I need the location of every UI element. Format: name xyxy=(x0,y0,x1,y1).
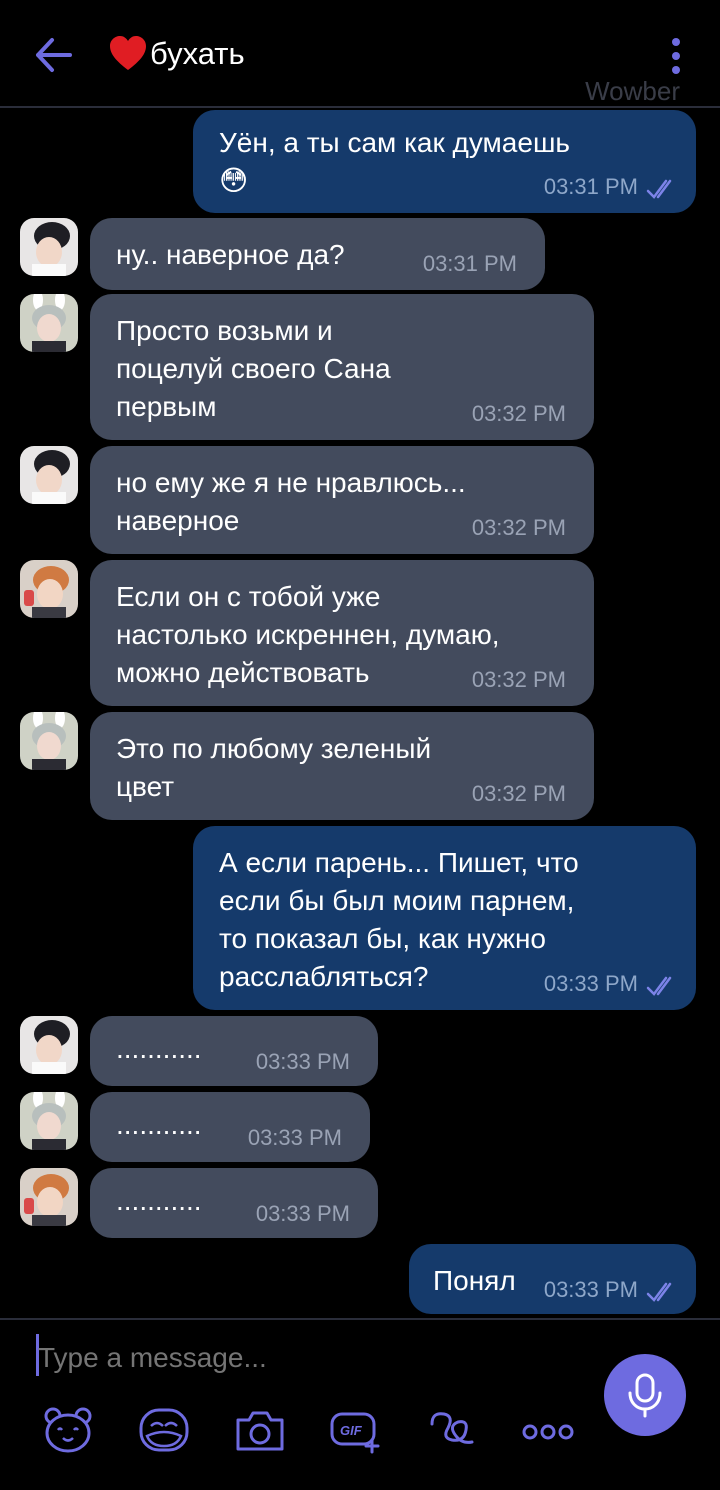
sticker-bear-icon xyxy=(44,1407,92,1453)
message-bubble-incoming[interactable]: но ему же я не нравлюсь... наверное 03:3… xyxy=(90,446,594,554)
message-text: Понял xyxy=(433,1265,516,1296)
back-arrow-icon[interactable] xyxy=(30,32,76,78)
message-text: Если он с тобой уже настолько искреннен,… xyxy=(116,581,500,688)
message-bubble-incoming[interactable]: Это по любому зеленый цвет 03:32 PM xyxy=(90,712,594,820)
more-icon xyxy=(522,1424,574,1440)
microphone-icon xyxy=(628,1373,662,1418)
message-time: 03:32 PM xyxy=(471,781,566,806)
message-time: 03:32 PM xyxy=(471,401,566,426)
read-ticks-icon xyxy=(646,976,672,996)
message-bubble-incoming[interactable]: ........... 03:33 PM xyxy=(90,1168,378,1238)
message-text: ........... xyxy=(116,1109,202,1140)
message-bubble-outgoing[interactable]: Уён, а ты сам как думаешь 😳 03:31 PM xyxy=(193,110,696,213)
message-bubble-incoming[interactable]: ........... 03:33 PM xyxy=(90,1092,370,1162)
avatar[interactable] xyxy=(20,218,78,276)
microphone-button[interactable] xyxy=(604,1354,686,1436)
message-text: Просто возьми и поцелуй своего Сана перв… xyxy=(116,315,391,422)
doodle-icon xyxy=(430,1412,474,1444)
message-time: 03:32 PM xyxy=(471,667,566,692)
heart-icon xyxy=(110,36,146,70)
message-text: Уён, а ты сам как думаешь 😳 xyxy=(219,127,570,196)
message-time: 03:33 PM xyxy=(543,1277,638,1302)
gif-icon: GIF xyxy=(330,1412,380,1454)
message-bubble-outgoing[interactable]: Понял 03:33 PM xyxy=(409,1244,696,1314)
message-time: 03:33 PM xyxy=(255,1201,350,1226)
chat-title-text: бухать xyxy=(150,36,245,71)
message-time: 03:31 PM xyxy=(422,251,517,276)
read-ticks-icon xyxy=(646,179,672,199)
avatar[interactable] xyxy=(20,446,78,504)
doodle-button[interactable] xyxy=(424,1404,480,1456)
avatar[interactable] xyxy=(20,294,78,352)
message-text: ........... xyxy=(116,1185,202,1216)
message-time: 03:33 PM xyxy=(255,1049,350,1074)
message-bubble-incoming[interactable]: ........... 03:33 PM xyxy=(90,1016,378,1086)
message-time: 03:32 PM xyxy=(471,515,566,540)
camera-icon xyxy=(236,1411,284,1451)
read-ticks-icon xyxy=(646,1282,672,1302)
avatar[interactable] xyxy=(20,1016,78,1074)
camera-button[interactable] xyxy=(232,1404,288,1456)
gif-button[interactable]: GIF xyxy=(328,1404,384,1456)
message-text: А если парень... Пишет, что если бы был … xyxy=(219,847,579,992)
avatar[interactable] xyxy=(20,1092,78,1150)
kebab-menu-icon[interactable] xyxy=(664,36,688,76)
avatar[interactable] xyxy=(20,1168,78,1226)
avatar[interactable] xyxy=(20,712,78,770)
message-text: ну.. наверное да? xyxy=(116,239,345,270)
message-time: 03:31 PM xyxy=(543,174,638,199)
message-bubble-outgoing[interactable]: А если парень... Пишет, что если бы был … xyxy=(193,826,696,1010)
sticker-bear-button[interactable] xyxy=(40,1404,96,1456)
svg-text:GIF: GIF xyxy=(340,1423,363,1438)
message-text: ........... xyxy=(116,1033,202,1064)
watermark: Wowber xyxy=(585,76,680,106)
chat-header: бухать Wowber xyxy=(0,0,720,108)
message-bubble-incoming[interactable]: Если он с тобой уже настолько искреннен,… xyxy=(90,560,594,706)
message-bubble-incoming[interactable]: ну.. наверное да? 03:31 PM xyxy=(90,218,545,290)
avatar[interactable] xyxy=(20,560,78,618)
more-button[interactable] xyxy=(520,1404,576,1456)
emoji-button[interactable] xyxy=(136,1404,192,1456)
message-time: 03:33 PM xyxy=(543,971,638,996)
chat-title[interactable]: бухать xyxy=(108,34,245,74)
emoji-icon xyxy=(139,1408,189,1452)
message-text: Это по любому зеленый цвет xyxy=(116,733,432,802)
message-text: но ему же я не нравлюсь... наверное xyxy=(116,467,466,536)
message-bubble-incoming[interactable]: Просто возьми и поцелуй своего Сана перв… xyxy=(90,294,594,440)
message-time: 03:33 PM xyxy=(247,1125,342,1150)
message-input[interactable] xyxy=(38,1336,558,1380)
